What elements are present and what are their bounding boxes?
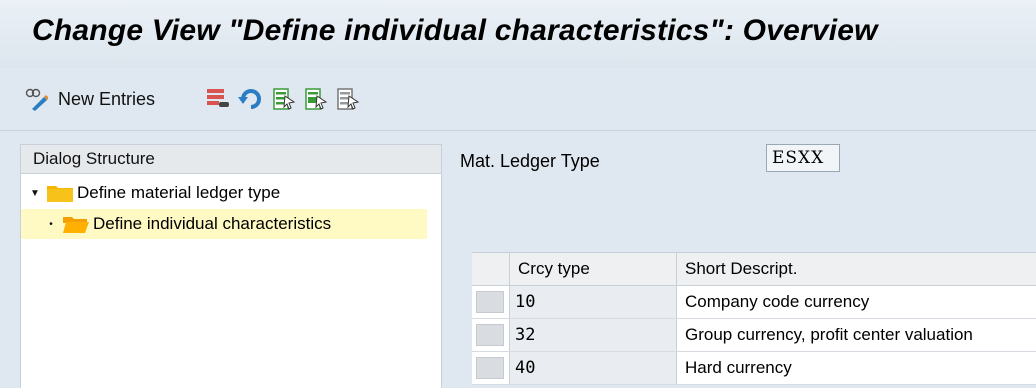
mat-ledger-type-field[interactable]: ESXX: [766, 144, 840, 172]
characteristics-table: Crcy type Short Descript. 10 Company cod…: [472, 252, 1036, 387]
table-row[interactable]: 10 Company code currency: [472, 286, 1036, 319]
row-selector[interactable]: [476, 324, 504, 346]
select-all-cell[interactable]: [472, 253, 508, 285]
column-header-crcy-type[interactable]: Crcy type: [509, 253, 676, 285]
display-change-icon: [25, 88, 48, 111]
title-bar: Change View "Define individual character…: [0, 0, 1036, 68]
undo-button[interactable]: [238, 86, 262, 112]
delete-button[interactable]: [206, 86, 230, 112]
description-cell: Group currency, profit center valuation: [676, 319, 1036, 351]
crcy-type-cell[interactable]: 32: [509, 319, 676, 351]
column-header-short-descript[interactable]: Short Descript.: [676, 253, 1036, 285]
crcy-type-cell[interactable]: 10: [509, 286, 676, 318]
bullet-icon: •: [49, 218, 53, 230]
mat-ledger-type-label: Mat. Ledger Type: [460, 151, 600, 171]
table-row[interactable]: 40 Hard currency: [472, 352, 1036, 385]
deselect-all-icon: [337, 88, 360, 110]
tree-item-individual-characteristics[interactable]: • Define individual characteristics: [21, 209, 427, 239]
deselect-all-button[interactable]: [336, 86, 360, 112]
select-block-button[interactable]: [304, 86, 328, 112]
new-entries-button[interactable]: New Entries: [24, 86, 155, 112]
new-entries-label: New Entries: [58, 88, 156, 109]
row-selector[interactable]: [476, 291, 504, 313]
tree-item-material-ledger-type[interactable]: ▼ Define material ledger type: [21, 178, 447, 208]
tree-item-label: Define individual characteristics: [93, 214, 332, 233]
open-folder-icon: [63, 217, 89, 233]
select-all-icon: [273, 88, 296, 110]
row-selector[interactable]: [476, 357, 504, 379]
undo-icon: [238, 89, 261, 109]
expanded-arrow-icon[interactable]: ▼: [29, 188, 41, 199]
description-cell: Hard currency: [676, 352, 1036, 384]
delete-icon: [207, 89, 229, 107]
tree-item-label: Define material ledger type: [77, 183, 281, 202]
toolbar: New Entries: [0, 68, 1036, 131]
dialog-structure-panel: Dialog Structure ▼ Define material ledge…: [20, 144, 442, 388]
table-header: Crcy type Short Descript.: [472, 252, 1036, 286]
select-all-button[interactable]: [272, 86, 296, 112]
select-block-icon: [305, 88, 328, 110]
description-cell: Company code currency: [676, 286, 1036, 318]
page-title: Change View "Define individual character…: [32, 14, 878, 47]
folder-icon: [47, 186, 73, 202]
dialog-structure-header: Dialog Structure: [21, 145, 441, 174]
crcy-type-cell[interactable]: 40: [509, 352, 676, 384]
table-row[interactable]: 32 Group currency, profit center valuati…: [472, 319, 1036, 352]
